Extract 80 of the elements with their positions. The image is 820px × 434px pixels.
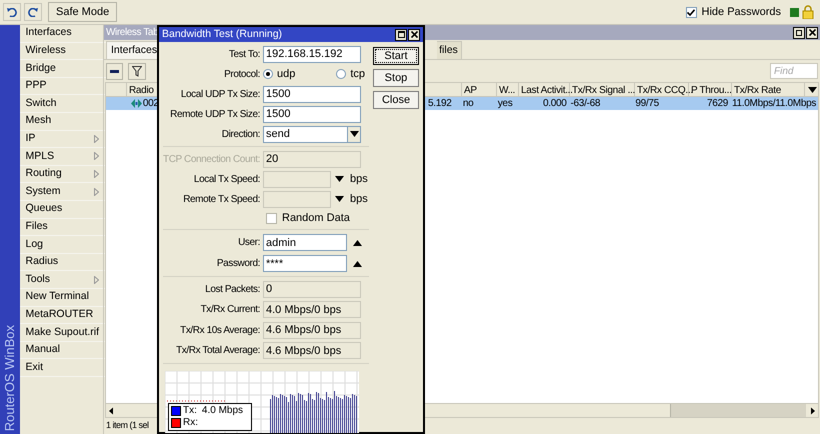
table-cell-text: 11.0Mbps/11.0Mbps xyxy=(731,97,818,111)
maximize-icon[interactable] xyxy=(395,28,407,40)
field-label: Tx/Rx Current: xyxy=(200,303,261,318)
field-label: Protocol: xyxy=(223,68,261,82)
undo-button[interactable] xyxy=(3,3,21,21)
speed-field[interactable] xyxy=(263,170,331,188)
column-header[interactable]: AP xyxy=(462,83,497,96)
table-cell-text: 5.192 xyxy=(426,97,452,111)
dialog-button[interactable]: Close xyxy=(373,91,419,109)
close-icon[interactable] xyxy=(806,26,818,38)
unit-label: bps xyxy=(350,192,368,207)
radio-option[interactable]: tcp xyxy=(336,66,365,82)
field-label: Remote UDP Tx Size: xyxy=(169,108,261,122)
column-header[interactable]: Tx/Rx Rate xyxy=(732,83,805,96)
find-field[interactable]: Find xyxy=(770,63,818,79)
filter-button[interactable] xyxy=(128,62,146,80)
collapse-icon[interactable] xyxy=(353,260,362,266)
check-icon xyxy=(687,8,696,16)
collapse-icon[interactable] xyxy=(353,240,362,246)
tab[interactable]: files xyxy=(437,41,462,59)
filter-icon xyxy=(132,66,142,76)
column-header[interactable]: Radio xyxy=(127,83,159,96)
legend-label: Tx: xyxy=(183,405,197,417)
table-cell-text: yes xyxy=(496,97,514,111)
status-text: 1 item (1 sel xyxy=(106,419,149,432)
close-icon[interactable] xyxy=(408,28,420,40)
table-cell-text: 99/75 xyxy=(634,97,660,111)
text-field[interactable]: **** xyxy=(263,255,347,272)
field-label: Tx/Rx 10s Average: xyxy=(179,324,261,338)
field-label: Local Tx Speed: xyxy=(192,172,261,186)
legend-label: Rx: xyxy=(183,417,198,429)
field-label: Test To: xyxy=(228,48,261,62)
text-field[interactable]: admin xyxy=(263,234,347,251)
safe-mode-button[interactable]: Safe Mode xyxy=(48,2,118,22)
table-cell-text: no xyxy=(462,97,474,111)
column-header[interactable]: P Throu... xyxy=(689,83,732,96)
column-header[interactable]: Last Activit... xyxy=(519,83,570,96)
field-label: Password: xyxy=(216,257,261,271)
restore-icon[interactable] xyxy=(793,26,805,38)
random-data-checkbox[interactable]: Random Data xyxy=(266,210,350,226)
diamond-arrows-icon xyxy=(130,99,142,108)
readout-field: 0 xyxy=(263,280,361,298)
field-label: User: xyxy=(237,236,261,250)
column-menu-icon[interactable] xyxy=(808,86,817,92)
dialog-button[interactable]: Start xyxy=(373,47,419,65)
text-field[interactable]: 1500 xyxy=(263,106,361,122)
field-label: Tx/Rx Total Average: xyxy=(175,344,261,358)
table-cell-text: 0.000 xyxy=(542,97,568,111)
redo-button[interactable] xyxy=(24,3,42,21)
readout-field: 4.6 Mbps/0 bps xyxy=(263,322,361,339)
column-header[interactable]: W... xyxy=(497,83,519,96)
dialog-title: Bandwidth Test (Running) xyxy=(162,26,282,42)
field-label: TCP Connection Count: xyxy=(163,152,262,166)
dropdown-icon[interactable] xyxy=(335,176,344,182)
text-field[interactable]: 192.168.15.192 xyxy=(263,46,361,62)
column-header[interactable]: Tx/Rx Signal ... xyxy=(570,83,635,96)
unit-label: bps xyxy=(350,172,368,187)
hide-passwords-checkbox[interactable]: Hide Passwords xyxy=(686,4,781,20)
undo-icon xyxy=(7,8,17,16)
lock-icon xyxy=(802,5,814,19)
field-label: Direction: xyxy=(220,128,261,142)
radio-option[interactable]: udp xyxy=(263,66,296,82)
speed-field[interactable] xyxy=(263,190,331,208)
readout-field: 4.6 Mbps/0 bps xyxy=(263,342,361,360)
text-field[interactable]: 1500 xyxy=(263,86,361,102)
field-label: Remote Tx Speed: xyxy=(182,192,261,206)
menu-item[interactable]: Bridge xyxy=(20,60,108,78)
dialog-button[interactable]: Stop xyxy=(373,69,419,87)
field-label: Lost Packets: xyxy=(204,282,261,297)
remove-button[interactable] xyxy=(106,62,123,80)
brand-label: RouterOS WinBox xyxy=(1,324,18,431)
status-square-icon xyxy=(790,8,799,16)
direction-select[interactable]: send xyxy=(263,126,361,142)
dropdown-icon[interactable] xyxy=(350,131,358,137)
dropdown-icon[interactable] xyxy=(335,196,344,202)
table-cell-text: 7629 xyxy=(706,97,730,111)
readout-field: 4.0 Mbps/0 bps xyxy=(263,301,361,318)
table-cell-text: -63/-68 xyxy=(570,97,602,111)
redo-icon xyxy=(28,8,38,16)
legend-reading: 4.0 Mbps xyxy=(202,405,244,417)
